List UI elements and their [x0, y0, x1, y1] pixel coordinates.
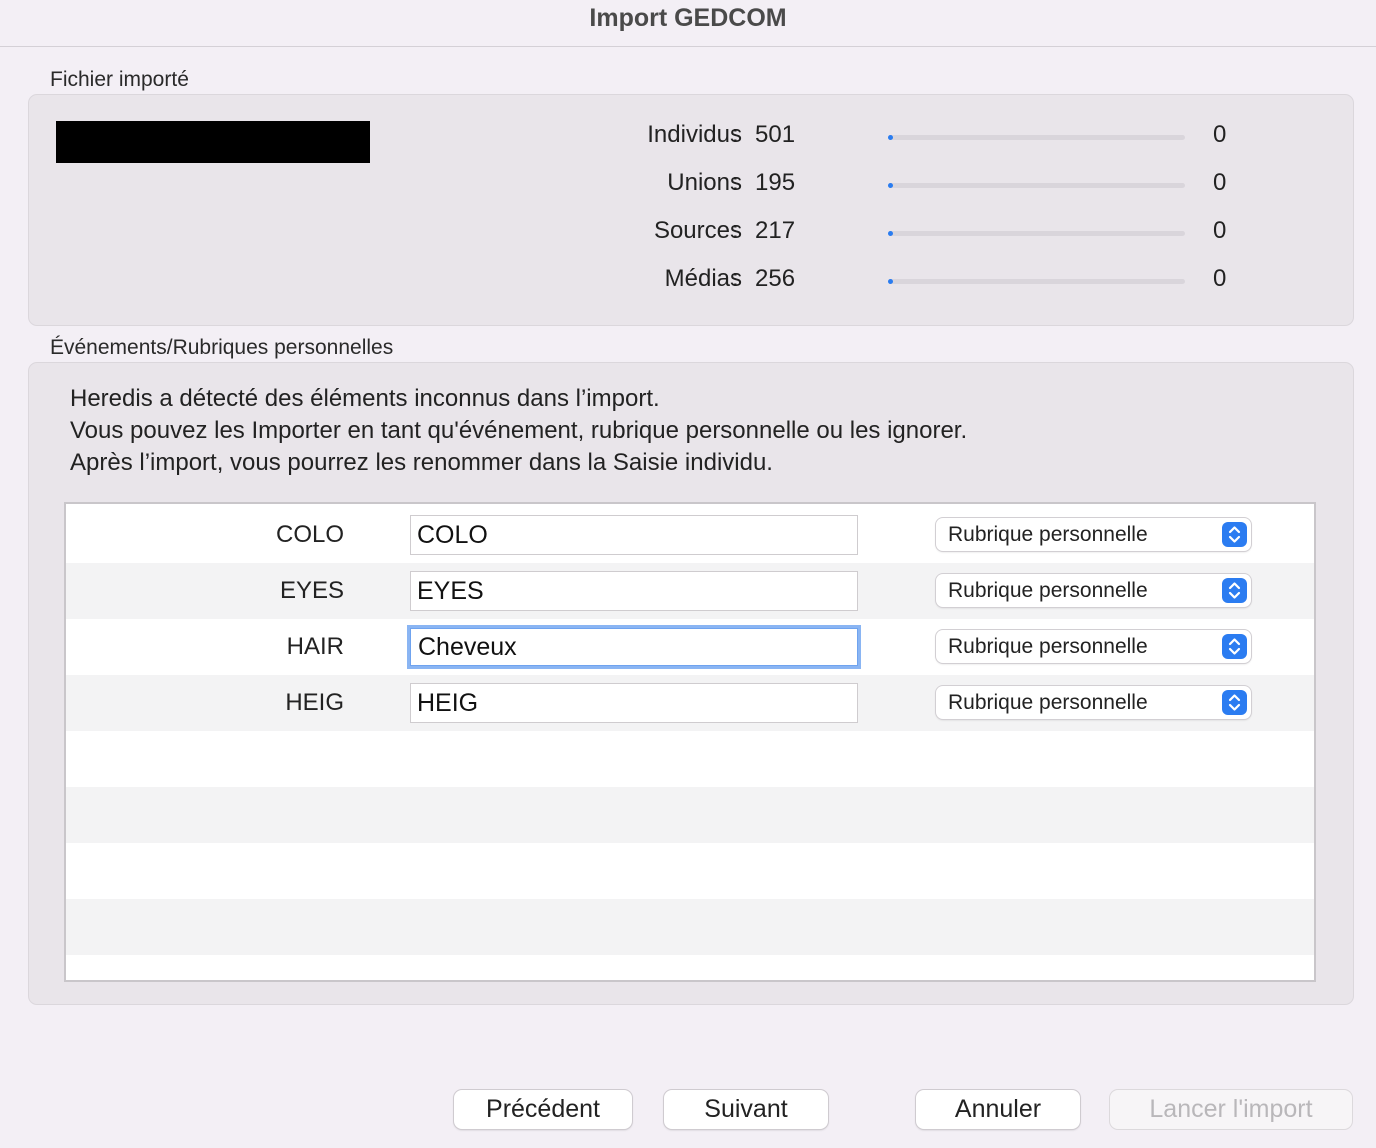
element-type-popup[interactable]: Rubrique personnelle — [936, 518, 1251, 551]
progress-fill — [888, 231, 893, 236]
window-title: Import GEDCOM — [0, 0, 1376, 47]
element-name-field[interactable]: COLO — [410, 515, 858, 555]
table-row: HAIR Cheveux Rubrique personnelle — [66, 619, 1314, 675]
stat-row-individus: Individus : 501 0 — [560, 121, 1260, 153]
stat-label: Médias — [664, 265, 742, 292]
gedcom-tag-label: HAIR — [286, 633, 344, 660]
element-name-field-focused[interactable]: Cheveux — [407, 625, 861, 669]
popup-value: Rubrique personnelle — [948, 579, 1148, 602]
progress-fill — [888, 183, 893, 188]
element-type-popup[interactable]: Rubrique personnelle — [936, 686, 1251, 719]
next-button[interactable]: Suivant — [664, 1090, 828, 1129]
progress-fill — [888, 135, 893, 140]
redacted-file-name — [56, 121, 370, 163]
gedcom-tag-label: EYES — [279, 577, 344, 604]
empty-table-row — [66, 787, 1314, 843]
events-section-label: Événements/Rubriques personnelles — [50, 336, 394, 359]
stat-count: 0 — [1213, 169, 1227, 196]
empty-table-row — [66, 843, 1314, 899]
progress-bar — [888, 183, 1185, 188]
table-row: COLO COLO Rubrique personnelle — [66, 507, 1314, 563]
stat-label: Individus — [647, 121, 742, 148]
table-row: EYES EYES Rubrique personnelle — [66, 563, 1314, 619]
progress-bar — [888, 231, 1185, 236]
unknown-elements-table: COLO COLO Rubrique personnelle EYES EYES… — [64, 502, 1316, 982]
element-name-field[interactable]: EYES — [410, 571, 858, 611]
stat-value: 501 — [755, 121, 796, 148]
updown-arrows-icon — [1222, 634, 1247, 659]
element-type-popup[interactable]: Rubrique personnelle — [936, 574, 1251, 607]
gedcom-tag-label: COLO — [275, 521, 344, 548]
launch-import-button[interactable]: Lancer l'import — [1110, 1090, 1352, 1129]
progress-fill — [888, 279, 893, 284]
popup-value: Rubrique personnelle — [948, 691, 1148, 714]
progress-bar — [888, 279, 1185, 284]
previous-button[interactable]: Précédent — [454, 1090, 632, 1129]
info-line: Heredis a détecté des éléments inconnus … — [70, 385, 660, 412]
stat-row-sources: Sources : 217 0 — [560, 217, 1260, 249]
stat-label: Sources — [653, 217, 742, 244]
element-type-popup[interactable]: Rubrique personnelle — [936, 630, 1251, 663]
imported-file-section-label: Fichier importé — [50, 68, 189, 91]
stat-count: 0 — [1213, 121, 1227, 148]
stat-count: 0 — [1213, 217, 1227, 244]
updown-arrows-icon — [1222, 690, 1247, 715]
updown-arrows-icon — [1222, 578, 1247, 603]
info-line: Vous pouvez les Importer en tant qu'évén… — [70, 417, 968, 444]
element-name-field[interactable]: HEIG — [410, 683, 858, 723]
stat-count: 0 — [1213, 265, 1227, 292]
stat-value: 256 — [755, 265, 796, 292]
stat-row-medias: Médias : 256 0 — [560, 265, 1260, 297]
stat-colon: : — [732, 217, 739, 244]
empty-table-row — [66, 899, 1314, 955]
info-line: Après l’import, vous pourrez les renomme… — [70, 449, 773, 476]
empty-table-row — [66, 731, 1314, 787]
stat-row-unions: Unions : 195 0 — [560, 169, 1260, 201]
gedcom-tag-label: HEIG — [285, 689, 344, 716]
popup-value: Rubrique personnelle — [948, 523, 1148, 546]
cancel-button[interactable]: Annuler — [916, 1090, 1080, 1129]
stat-value: 217 — [755, 217, 796, 244]
popup-value: Rubrique personnelle — [948, 635, 1148, 658]
stat-colon: : — [732, 169, 739, 196]
table-row: HEIG HEIG Rubrique personnelle — [66, 675, 1314, 731]
stat-value: 195 — [755, 169, 796, 196]
stat-colon: : — [732, 265, 739, 292]
progress-bar — [888, 135, 1185, 140]
stat-label: Unions — [667, 169, 742, 196]
updown-arrows-icon — [1222, 522, 1247, 547]
stat-colon: : — [732, 121, 739, 148]
